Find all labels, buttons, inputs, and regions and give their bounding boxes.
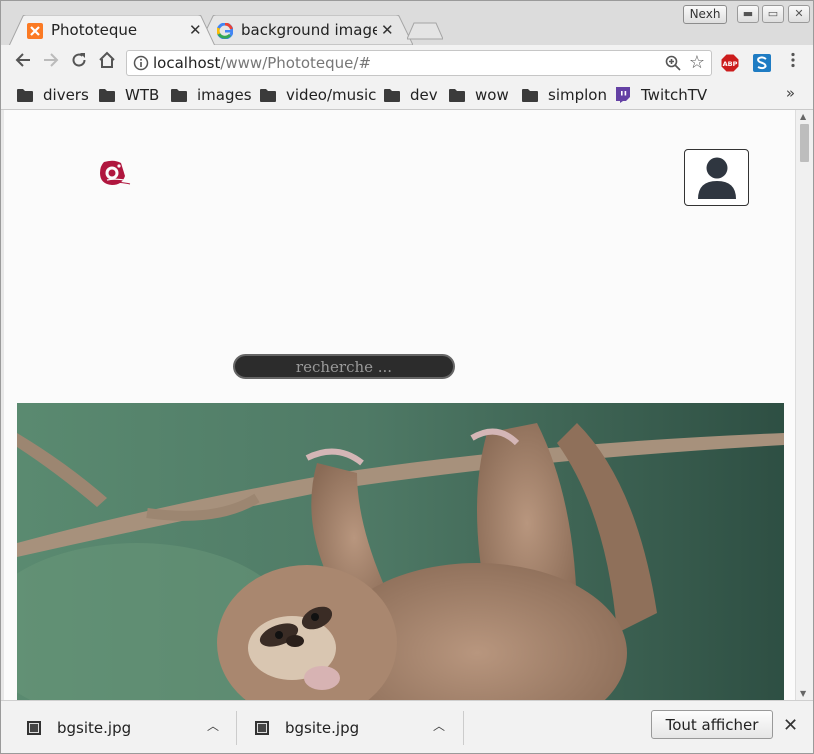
close-tab-icon[interactable]: ✕ xyxy=(189,21,202,39)
back-button[interactable] xyxy=(11,51,35,75)
image-file-icon xyxy=(27,721,41,735)
image-file-icon xyxy=(255,721,269,735)
xampp-icon xyxy=(27,23,43,39)
browser-toolbar: localhost/www/Phototeque/# ☆ ABP xyxy=(1,45,813,81)
info-icon[interactable] xyxy=(133,55,149,71)
kebab-menu-icon xyxy=(791,52,795,68)
bookmark-video-music[interactable]: video/music xyxy=(260,85,376,105)
url-text: localhost/www/Phototeque/# xyxy=(153,54,371,72)
bookmark-label: video/music xyxy=(286,86,377,104)
site-logo[interactable] xyxy=(98,158,132,190)
close-icon[interactable]: ✕ xyxy=(783,715,798,736)
bookmark-label: divers xyxy=(43,86,89,104)
tab-phototeque[interactable]: Phototeque ✕ xyxy=(9,15,215,46)
address-bar[interactable]: localhost/www/Phototeque/# ☆ xyxy=(126,50,712,76)
arrow-right-icon xyxy=(44,53,59,67)
bookmark-label: dev xyxy=(410,86,438,104)
twitch-icon xyxy=(616,87,630,103)
bookmark-twitchtv[interactable]: TwitchTV xyxy=(615,85,707,105)
hero-image-sloth xyxy=(17,403,784,700)
url-path: /www/Phototeque/# xyxy=(220,54,372,72)
folder-icon xyxy=(99,88,115,102)
divider xyxy=(463,711,464,745)
folder-icon xyxy=(384,88,400,102)
profile-button[interactable]: Nexh xyxy=(683,5,727,24)
zoom-icon[interactable] xyxy=(665,55,681,71)
download-item[interactable]: bgsite.jpg ︿ xyxy=(27,701,227,753)
url-host: localhost xyxy=(153,54,221,72)
svg-text:ABP: ABP xyxy=(723,60,738,68)
browser-window: background image ✕ Phototeque ✕ Nexh ▬ ▭… xyxy=(0,0,814,754)
download-item[interactable]: bgsite.jpg ︿ xyxy=(255,701,455,753)
adblock-plus-icon[interactable]: ABP xyxy=(721,54,739,72)
download-filename: bgsite.jpg xyxy=(57,719,132,737)
sloth-photo xyxy=(17,403,784,700)
bookmark-label: WTB xyxy=(125,86,160,104)
bookmark-label: TwitchTV xyxy=(641,86,708,104)
bookmark-wow[interactable]: wow xyxy=(449,85,509,105)
bookmark-label: wow xyxy=(475,86,509,104)
download-filename: bgsite.jpg xyxy=(285,719,360,737)
folder-icon xyxy=(260,88,276,102)
google-icon xyxy=(217,23,233,39)
bookmark-divers[interactable]: divers xyxy=(17,85,89,105)
minimize-button[interactable]: ▬ xyxy=(737,5,759,23)
bookmarks-bar: divers WTB images video/music dev wow si… xyxy=(1,81,813,110)
tab-background-image[interactable]: background image ✕ xyxy=(199,15,413,45)
tab-strip: background image ✕ Phototeque ✕ Nexh ▬ ▭… xyxy=(1,1,813,46)
user-account-button[interactable] xyxy=(684,149,749,206)
show-all-downloads-button[interactable]: Tout afficher xyxy=(651,710,773,739)
download-shelf: bgsite.jpg ︿ bgsite.jpg ︿ Tout afficher … xyxy=(1,700,813,753)
scroll-up-icon[interactable]: ▲ xyxy=(800,112,806,121)
reload-icon xyxy=(72,53,86,67)
scroll-down-icon[interactable]: ▼ xyxy=(800,689,806,698)
folder-icon xyxy=(17,88,33,102)
close-window-button[interactable]: ✕ xyxy=(788,5,810,23)
folder-icon xyxy=(171,88,187,102)
bookmark-star-icon[interactable]: ☆ xyxy=(689,52,705,73)
scrollbar-thumb[interactable] xyxy=(800,124,809,162)
chevron-up-icon[interactable]: ︿ xyxy=(207,717,219,734)
home-icon xyxy=(99,51,115,68)
folder-icon xyxy=(449,88,465,102)
tab-title: background image xyxy=(241,21,377,39)
reload-button[interactable] xyxy=(67,51,91,75)
bookmark-simplon[interactable]: simplon xyxy=(522,85,607,105)
bookmark-label: simplon xyxy=(548,86,607,104)
forward-button[interactable] xyxy=(39,51,63,75)
arrow-left-icon xyxy=(15,53,30,67)
page-scrollbar[interactable]: ▲ ▼ xyxy=(795,110,813,700)
divider xyxy=(236,711,237,745)
menu-button[interactable] xyxy=(781,51,805,75)
bookmark-wtb[interactable]: WTB xyxy=(99,85,159,105)
user-icon xyxy=(698,157,736,199)
bookmark-label: images xyxy=(197,86,252,104)
folder-icon xyxy=(522,88,538,102)
extension-s-icon[interactable] xyxy=(753,54,771,72)
close-tab-icon[interactable]: ✕ xyxy=(381,21,394,39)
chevron-up-icon[interactable]: ︿ xyxy=(433,717,445,734)
new-tab-button[interactable] xyxy=(407,22,443,40)
maximize-button[interactable]: ▭ xyxy=(762,5,784,23)
page-viewport xyxy=(4,110,795,700)
tab-title: Phototeque xyxy=(51,21,138,39)
bookmark-dev[interactable]: dev xyxy=(384,85,438,105)
bookmarks-overflow-button[interactable]: » xyxy=(786,84,795,102)
search-input[interactable] xyxy=(233,354,455,379)
home-button[interactable] xyxy=(95,51,119,75)
bookmark-images[interactable]: images xyxy=(171,85,252,105)
